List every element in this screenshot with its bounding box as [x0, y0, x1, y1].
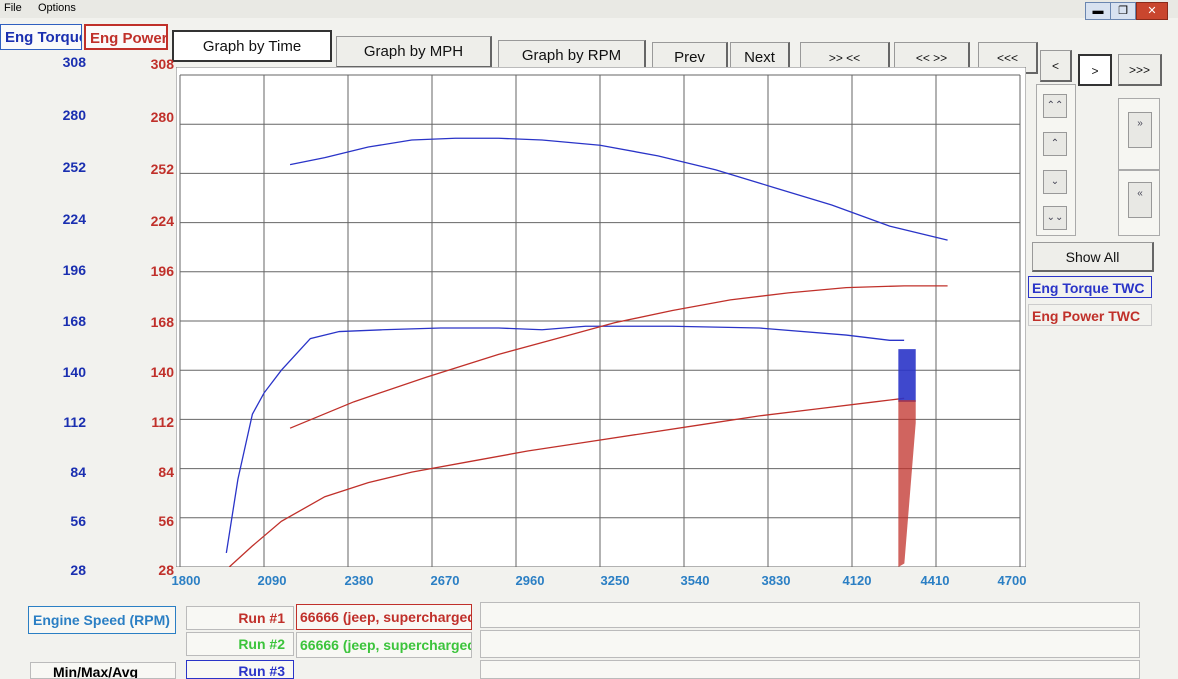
collapse-icon[interactable]: « [1128, 182, 1152, 218]
scroll-bottom-icon[interactable]: ⌄⌄ [1043, 206, 1067, 230]
legend-power[interactable]: Eng Power TWC [1028, 304, 1152, 326]
x-tick: 1800 [171, 573, 201, 588]
y-tick-left: 196 [62, 262, 86, 278]
graph-by-time-button[interactable]: Graph by Time [172, 30, 332, 62]
x-tick: 2960 [515, 573, 545, 588]
run2-detail [480, 630, 1140, 658]
y-tick-left: 308 [62, 54, 86, 70]
menu-options[interactable]: Options [38, 2, 76, 14]
x-tick: 2670 [430, 573, 460, 588]
minimize-button[interactable]: ▬ [1085, 2, 1111, 20]
x-tick: 3540 [680, 573, 710, 588]
y-tick-right: 168 [150, 314, 174, 330]
y-tick-right: 196 [150, 263, 174, 279]
right-axis-tab[interactable]: Eng Power [84, 24, 168, 50]
run2-label: Run #2 [186, 632, 294, 656]
x-tick: 2090 [257, 573, 287, 588]
run1-detail [480, 602, 1140, 628]
y-tick-right: 84 [158, 464, 174, 480]
y-tick-right: 224 [150, 213, 174, 229]
y-tick-right: 308 [150, 56, 174, 72]
legend-torque[interactable]: Eng Torque TWC [1028, 276, 1152, 298]
y-tick-left: 84 [70, 464, 86, 480]
forward-button[interactable]: > [1078, 54, 1112, 86]
x-tick: 4120 [842, 573, 872, 588]
y-tick-left: 112 [63, 414, 86, 430]
last-button[interactable]: >>> [1118, 54, 1162, 86]
x-tick: 4700 [997, 573, 1027, 588]
minmax-label[interactable]: Min/Max/Avg [30, 662, 176, 679]
run3-label: Run #3 [186, 660, 294, 679]
y-tick-left: 252 [62, 159, 86, 175]
y-tick-left: 168 [62, 313, 86, 329]
expand-icon[interactable]: » [1128, 112, 1152, 148]
graph-by-mph-button[interactable]: Graph by MPH [336, 36, 492, 68]
run3-detail [480, 660, 1140, 679]
y-tick-right: 280 [150, 109, 174, 125]
y-tick-left: 28 [70, 562, 86, 578]
rpm-chart[interactable] [176, 67, 1026, 567]
scroll-top-icon[interactable]: ⌃⌃ [1043, 94, 1067, 118]
maximize-button[interactable]: ❐ [1110, 2, 1136, 20]
y-tick-left: 280 [62, 107, 86, 123]
run1-name[interactable]: 66666 (jeep, supercharged) [296, 604, 472, 630]
y-tick-left: 56 [70, 513, 86, 529]
show-all-button[interactable]: Show All [1032, 242, 1154, 272]
run1-label: Run #1 [186, 606, 294, 630]
scroll-up-icon[interactable]: ⌃ [1043, 132, 1067, 156]
x-tick: 2380 [344, 573, 374, 588]
run2-name[interactable]: 66666 (jeep, supercharged) [296, 632, 472, 658]
y-tick-right: 252 [150, 161, 174, 177]
torque-end-block [898, 349, 916, 402]
y-tick-left: 140 [62, 364, 86, 380]
close-button[interactable]: ✕ [1136, 2, 1168, 20]
channel-select[interactable]: Engine Speed (RPM) [28, 606, 176, 634]
y-tick-right: 56 [158, 513, 174, 529]
back-button[interactable]: < [1040, 50, 1072, 82]
left-axis-tab[interactable]: Eng Torque [0, 24, 82, 50]
menu-bar: File Options [0, 0, 1178, 18]
y-tick-right: 112 [151, 414, 174, 430]
menu-file[interactable]: File [4, 2, 22, 14]
y-tick-left: 224 [62, 211, 86, 227]
x-tick: 4410 [920, 573, 950, 588]
y-tick-right: 140 [150, 364, 174, 380]
scroll-down-icon[interactable]: ⌄ [1043, 170, 1067, 194]
x-tick: 3830 [761, 573, 791, 588]
x-tick: 3250 [600, 573, 630, 588]
